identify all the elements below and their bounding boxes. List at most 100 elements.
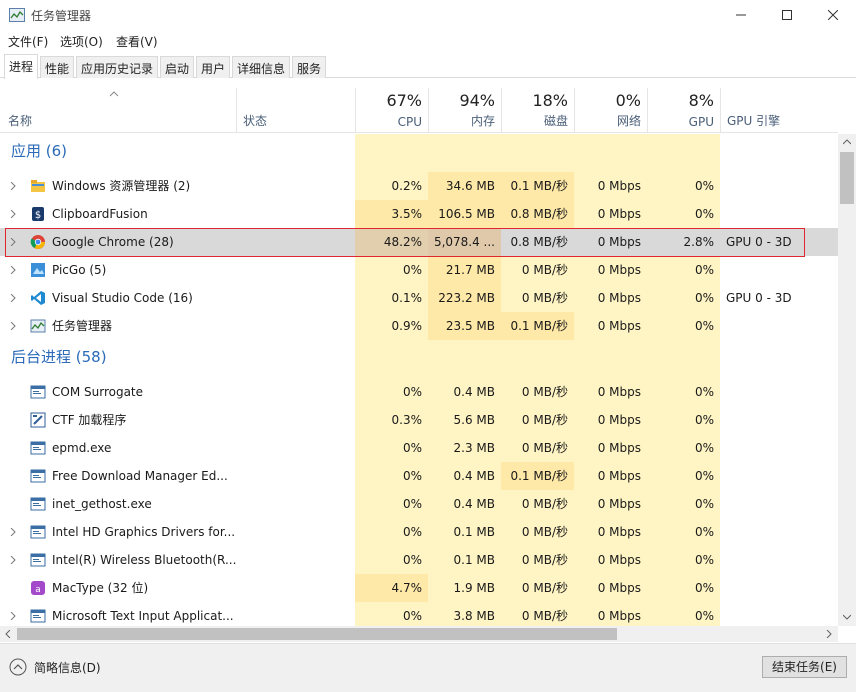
header-memory[interactable]: 94% 内存	[428, 88, 501, 133]
header-gpu-pct: 8%	[688, 91, 714, 110]
process-name: Visual Studio Code (16)	[52, 291, 193, 305]
cell-cpu: 0%	[355, 546, 428, 574]
cell-mem: 0.4 MB	[428, 462, 501, 490]
header-cpu[interactable]: 67% CPU	[355, 88, 428, 133]
group-header-background: 后台进程 (58)	[0, 340, 838, 378]
process-name: Free Download Manager Ed...	[52, 469, 228, 483]
tab-app-history[interactable]: 应用历史记录	[76, 56, 158, 78]
chevron-right-icon[interactable]	[9, 182, 17, 190]
chevron-right-icon[interactable]	[9, 266, 17, 274]
header-net-label: 网络	[616, 114, 641, 128]
chevron-right-icon[interactable]	[9, 210, 17, 218]
header-network[interactable]: 0% 网络	[574, 88, 647, 133]
cell-gpu-engine: GPU 0 - 3D	[726, 235, 792, 249]
menu-file[interactable]: 文件(F)	[8, 33, 48, 50]
close-icon	[828, 10, 838, 20]
process-row[interactable]: 0.2% 34.6 MB 0.1 MB/秒 0 Mbps 0% Windows 资源管理器…	[0, 172, 838, 200]
process-row[interactable]: 0% 0.1 MB 0 MB/秒 0 Mbps 0% Intel(R) Wireless …	[0, 546, 838, 574]
horizontal-scroll-thumb[interactable]	[17, 628, 617, 640]
process-row[interactable]: 0% 0.4 MB 0.1 MB/秒 0 Mbps 0% Free Download Ma…	[0, 462, 838, 490]
chevron-right-icon[interactable]	[9, 294, 17, 302]
vertical-scroll-thumb[interactable]	[840, 152, 854, 204]
process-row[interactable]: 0% 0.1 MB 0 MB/秒 0 Mbps 0% Intel HD Graphics …	[0, 518, 838, 546]
header-gpu[interactable]: 8% GPU	[647, 88, 720, 133]
cell-gpu-engine	[720, 462, 838, 490]
header-mem-label: 内存	[470, 114, 495, 128]
process-row[interactable]: 0% 0.4 MB 0 MB/秒 0 Mbps 0% inet_gethost.exe	[0, 490, 838, 518]
vertical-scrollbar[interactable]	[838, 134, 856, 626]
chevron-right-icon[interactable]	[9, 322, 17, 330]
cell-gpu-engine	[720, 172, 838, 200]
chevron-right-icon[interactable]	[9, 612, 17, 620]
cell-disk: 0 MB/秒	[501, 434, 574, 462]
close-button[interactable]	[810, 0, 856, 30]
header-name-label: 名称	[8, 114, 33, 128]
tab-startup[interactable]: 启动	[160, 56, 194, 78]
process-row[interactable]: 0% 3.8 MB 0 MB/秒 0 Mbps 0% Microsoft Text Inp…	[0, 602, 838, 626]
header-name[interactable]: 名称	[0, 88, 236, 133]
process-name: PicGo (5)	[52, 263, 107, 277]
maximize-button[interactable]	[764, 0, 810, 30]
chevron-right-icon[interactable]	[9, 556, 17, 564]
minimize-button[interactable]	[718, 0, 764, 30]
minimize-icon	[736, 14, 746, 16]
scroll-up-icon[interactable]	[843, 139, 851, 145]
cell-mem: 106.5 MB	[428, 200, 501, 228]
chrome-icon	[30, 235, 45, 249]
end-task-button[interactable]: 结束任务(E)	[762, 656, 847, 678]
cell-mem: 21.7 MB	[428, 256, 501, 284]
chevron-right-icon[interactable]	[9, 238, 17, 246]
group-heat-cell	[574, 340, 647, 378]
process-row[interactable]: 0.1% 223.2 MB 0 MB/秒 0 Mbps 0% GPU 0 - 3D Visu…	[0, 284, 838, 312]
header-disk[interactable]: 18% 磁盘	[501, 88, 574, 133]
tab-services[interactable]: 服务	[292, 56, 326, 78]
process-row[interactable]: 0.3% 5.6 MB 0 MB/秒 0 Mbps 0% CTF 加载程序	[0, 406, 838, 434]
cell-cpu: 0.1%	[355, 284, 428, 312]
process-row[interactable]: 3.5% 106.5 MB 0.8 MB/秒 0 Mbps 0% $ ClipboardFu…	[0, 200, 838, 228]
header-status[interactable]: 状态	[236, 88, 355, 133]
process-row[interactable]: 0% 2.3 MB 0 MB/秒 0 Mbps 0% epmd.exe	[0, 434, 838, 462]
tab-performance[interactable]: 性能	[40, 56, 74, 78]
cell-gpu: 0%	[647, 462, 720, 490]
group-title: 后台进程 (58)	[11, 348, 107, 366]
process-name: Google Chrome (28)	[52, 235, 174, 249]
process-row[interactable]: 48.2% 5,078.4 ... 0.8 MB/秒 0 Mbps 2.8% GPU 0 …	[0, 228, 838, 256]
menu-view[interactable]: 查看(V)	[116, 33, 158, 50]
process-name: CTF 加载程序	[52, 413, 127, 427]
tab-users[interactable]: 用户	[196, 56, 230, 78]
cell-gpu: 0%	[647, 312, 720, 340]
cell-net: 0 Mbps	[574, 462, 647, 490]
cell-disk: 0 MB/秒	[501, 602, 574, 626]
tab-details[interactable]: 详细信息	[232, 56, 290, 78]
group-heat-cell	[355, 134, 428, 172]
process-row[interactable]: 0.9% 23.5 MB 0.1 MB/秒 0 Mbps 0% 任务管理器	[0, 312, 838, 340]
cell-disk: 0 MB/秒	[501, 546, 574, 574]
cell-cpu: 0%	[355, 490, 428, 518]
scroll-right-icon[interactable]	[826, 630, 832, 638]
cell-mem: 34.6 MB	[428, 172, 501, 200]
process-row[interactable]: 0% 0.4 MB 0 MB/秒 0 Mbps 0% COM Surrogate	[0, 378, 838, 406]
cell-net: 0 Mbps	[574, 546, 647, 574]
column-header: 名称 状态 67% CPU 94% 内存 18% 磁盘 0% 网络 8% GPU…	[0, 88, 838, 133]
process-row[interactable]: 4.7% 1.9 MB 0 MB/秒 0 Mbps 0% a MacType (32 位)	[0, 574, 838, 602]
scroll-left-icon[interactable]	[5, 630, 11, 638]
header-gpu-engine[interactable]: GPU 引擎	[720, 88, 838, 133]
cell-gpu: 0%	[647, 602, 720, 626]
cell-gpu: 0%	[647, 490, 720, 518]
chevron-up-circle-icon[interactable]	[9, 658, 27, 676]
process-row[interactable]: 0% 21.7 MB 0 MB/秒 0 Mbps 0% PicGo (5)	[0, 256, 838, 284]
picgo-icon	[31, 263, 45, 277]
cell-cpu: 0%	[355, 434, 428, 462]
tab-processes[interactable]: 进程	[4, 54, 38, 79]
header-mem-pct: 94%	[459, 91, 495, 110]
maximize-icon	[782, 10, 792, 20]
tab-bar: 进程 性能 应用历史记录 启动 用户 详细信息 服务	[0, 54, 856, 79]
cell-gpu-engine	[720, 574, 838, 602]
process-name: 任务管理器	[52, 319, 113, 333]
chevron-right-icon[interactable]	[9, 528, 17, 536]
fewer-details-link[interactable]: 简略信息(D)	[34, 659, 101, 676]
menu-options[interactable]: 选项(O)	[60, 33, 103, 50]
scroll-down-icon[interactable]	[843, 614, 851, 620]
cell-gpu: 0%	[647, 378, 720, 406]
cell-net: 0 Mbps	[574, 200, 647, 228]
